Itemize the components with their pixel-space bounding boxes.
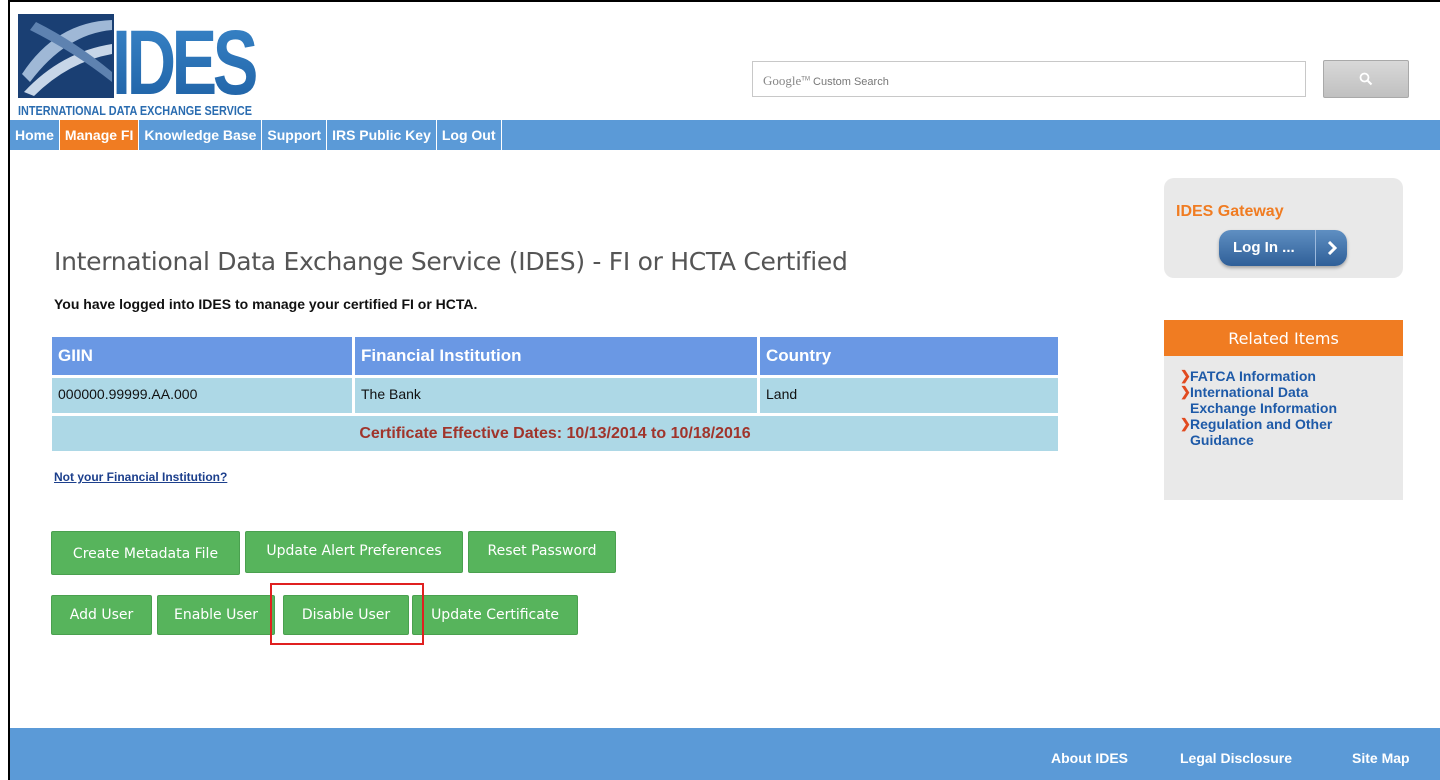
google-brand: Google <box>763 73 802 88</box>
footer-link-sitemap[interactable]: Site Map <box>1352 750 1410 766</box>
logo-tagline: INTERNATIONAL DATA EXCHANGE SERVICE <box>18 104 252 118</box>
nav-item-home[interactable]: Home <box>10 120 60 150</box>
create-metadata-file-button[interactable]: Create Metadata File <box>51 531 240 575</box>
chevron-right-icon: ❯ <box>1180 368 1191 383</box>
related-link-label: FATCA Information <box>1190 368 1316 384</box>
nav-item-irs-public-key[interactable]: IRS Public Key <box>327 120 437 150</box>
nav-item-support[interactable]: Support <box>262 120 328 150</box>
gateway-title: IDES Gateway <box>1176 203 1284 220</box>
trademark-mark: TM <box>801 76 810 83</box>
column-header-financial-institution: Financial Institution <box>355 337 760 375</box>
nav-item-manage-fi[interactable]: Manage FI <box>59 120 140 150</box>
page-subtitle: You have logged into IDES to manage your… <box>54 296 478 312</box>
related-link-label: Regulation and Other <box>1190 416 1333 432</box>
chevron-right-icon: ❯ <box>1180 416 1191 431</box>
window-frame-top <box>8 0 1440 2</box>
cell-financial-institution: The Bank <box>355 378 760 413</box>
related-items-panel: Related Items ❯ FATCA Information ❯ Inte… <box>1164 320 1403 500</box>
certificate-dates: Certificate Effective Dates: 10/13/2014 … <box>52 416 1058 451</box>
chevron-right-icon <box>1315 230 1347 266</box>
related-link-label: International Data <box>1190 384 1309 400</box>
table-row: 000000.99999.AA.000 The Bank Land <box>52 378 1058 413</box>
main-nav: Home Manage FI Knowledge Base Support IR… <box>10 120 1440 150</box>
nav-item-log-out[interactable]: Log Out <box>437 120 502 150</box>
fi-table: GIIN Financial Institution Country 00000… <box>52 337 1058 451</box>
page-title: International Data Exchange Service (IDE… <box>54 247 848 276</box>
related-items-list: ❯ FATCA Information ❯ International Data… <box>1164 356 1403 448</box>
cell-giin: 000000.99999.AA.000 <box>52 378 355 413</box>
enable-user-button[interactable]: Enable User <box>157 595 275 635</box>
globe-logo-icon: IDES INTERNATIONAL DATA EXCHANGE SERVICE <box>18 12 262 118</box>
related-link-fatca[interactable]: ❯ FATCA Information <box>1180 368 1403 384</box>
search-button[interactable] <box>1323 60 1409 98</box>
related-link-label-line2: Exchange Information <box>1190 400 1338 416</box>
ides-gateway-panel: IDES Gateway Log In ... <box>1164 178 1403 278</box>
not-your-fi-link[interactable]: Not your Financial Institution? <box>54 470 227 484</box>
gateway-login-button[interactable]: Log In ... <box>1219 230 1347 266</box>
cell-country: Land <box>766 386 798 402</box>
footer-link-legal[interactable]: Legal Disclosure <box>1180 750 1292 766</box>
update-alert-preferences-button[interactable]: Update Alert Preferences <box>245 531 463 573</box>
login-button-label: Log In ... <box>1233 239 1295 256</box>
search-placeholder: GoogleTM Custom Search <box>763 73 889 89</box>
ides-logo[interactable]: IDES INTERNATIONAL DATA EXCHANGE SERVICE <box>16 12 266 118</box>
nav-item-knowledge-base[interactable]: Knowledge Base <box>139 120 263 150</box>
related-link-label-line2: Guidance <box>1190 432 1254 448</box>
search-placeholder-text: Custom Search <box>813 76 889 88</box>
column-header-giin: GIIN <box>52 337 355 375</box>
update-certificate-button[interactable]: Update Certificate <box>412 595 578 635</box>
table-header: GIIN Financial Institution Country <box>52 337 1058 375</box>
search-input[interactable]: GoogleTM Custom Search <box>752 61 1306 97</box>
disable-user-highlight <box>270 583 424 645</box>
logo-wordmark: IDES <box>112 12 256 114</box>
window-frame-left <box>8 0 10 780</box>
related-link-international-data[interactable]: ❯ International Data Exchange Information <box>1180 384 1403 416</box>
related-link-regulation[interactable]: ❯ Regulation and Other Guidance <box>1180 416 1403 448</box>
column-header-country: Country <box>766 346 832 365</box>
related-items-title: Related Items <box>1164 320 1403 356</box>
footer: About IDES Legal Disclosure Site Map <box>10 728 1440 780</box>
add-user-button[interactable]: Add User <box>51 595 152 635</box>
search-icon <box>1359 72 1373 86</box>
footer-link-about[interactable]: About IDES <box>1051 750 1128 766</box>
reset-password-button[interactable]: Reset Password <box>468 531 616 573</box>
chevron-right-icon: ❯ <box>1180 384 1191 399</box>
